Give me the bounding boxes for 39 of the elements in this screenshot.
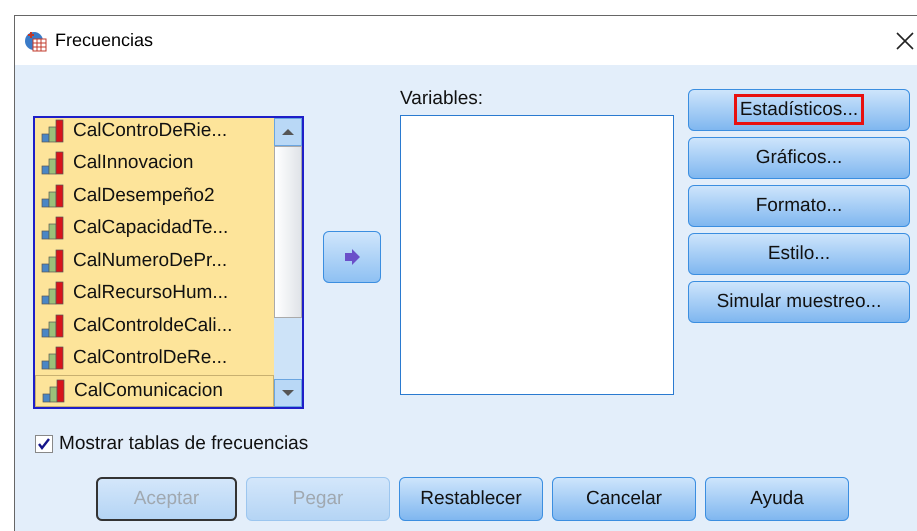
up-arrow-icon[interactable]: [281, 128, 295, 136]
list-item[interactable]: CalComunicacion: [35, 374, 274, 407]
bar-chart-icon: [41, 248, 65, 273]
list-item[interactable]: CalControldeCali...: [35, 310, 274, 342]
dialog-button[interactable]: Cancelar: [552, 477, 696, 521]
variables-label: Variables:: [400, 89, 484, 111]
list-item[interactable]: CalCapacidadTe...: [35, 212, 274, 244]
bar-chart-icon: [41, 346, 65, 370]
checkbox-label: Mostrar tablas de frecuencias: [59, 433, 308, 455]
move-button[interactable]: [323, 231, 381, 283]
arrow-icon: [343, 249, 361, 265]
table-icon: [25, 30, 47, 52]
dialog-button[interactable]: Simular muestreo...: [688, 281, 910, 323]
highlight-frame: Estadísticos...: [734, 94, 864, 125]
dialog-button[interactable]: Restablecer: [399, 477, 543, 521]
dialog-button[interactable]: Estadísticos...: [688, 89, 910, 131]
variable-list[interactable]: CalControDeRie... CalInnovacion CalDesempeño2 CalCapacidadTe... CalNumeroDePr... CalRecursoHum... CalControldeCali... CalControlDeRe... CalComunicacion: [33, 116, 304, 409]
bar-chart-icon: [42, 378, 66, 403]
list-item[interactable]: CalRecursoHum...: [35, 277, 274, 310]
bar-chart-icon: [41, 216, 65, 240]
list-item[interactable]: CalDesempeño2: [35, 180, 274, 212]
list-item[interactable]: CalNumeroDePr...: [35, 244, 274, 277]
bar-chart-icon: [41, 118, 65, 143]
checkbox[interactable]: [35, 435, 53, 453]
bar-chart-icon: [41, 314, 65, 338]
bar-chart-icon: [41, 184, 65, 208]
down-arrow-icon[interactable]: [281, 389, 295, 397]
dialog-button[interactable]: Estilo...: [688, 233, 910, 275]
dialog-button[interactable]: Formato...: [688, 185, 910, 227]
dialog-button[interactable]: Ayuda: [705, 477, 849, 521]
window-title: Frecuencias: [55, 30, 154, 51]
scrollbar[interactable]: [274, 118, 302, 407]
list-item[interactable]: CalInnovacion: [35, 147, 274, 180]
bar-chart-icon: [41, 281, 65, 306]
list-item[interactable]: CalControlDeRe...: [35, 342, 274, 374]
bar-chart-icon: [41, 151, 65, 176]
close-icon[interactable]: [895, 30, 915, 50]
list-item[interactable]: CalControDeRie...: [35, 118, 274, 147]
dialog-button[interactable]: Gráficos...: [688, 137, 910, 179]
